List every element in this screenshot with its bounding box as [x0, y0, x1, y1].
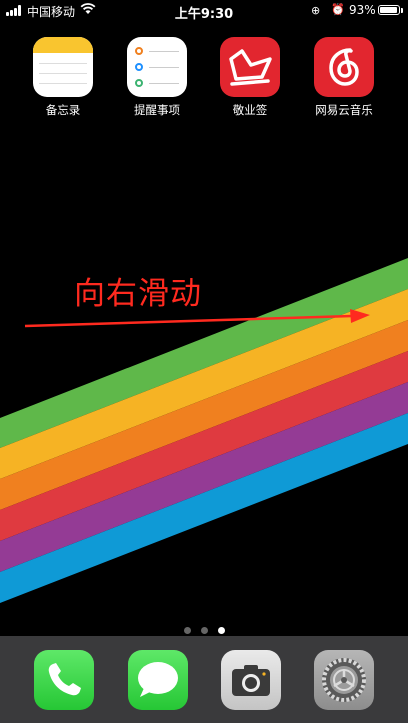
page-dot[interactable] — [200, 627, 208, 634]
camera-icon[interactable] — [221, 650, 281, 710]
page-dot[interactable] — [183, 627, 191, 634]
app-label: 敬业签 — [232, 103, 268, 117]
battery-percent: 93% — [349, 3, 376, 17]
netease-music-icon[interactable] — [314, 37, 374, 97]
orientation-lock-icon: ⊕ — [311, 4, 321, 17]
app-notes[interactable]: 备忘录 — [23, 37, 103, 118]
app-jingyeqian[interactable]: 敬业签 — [210, 37, 290, 118]
dock — [0, 636, 408, 723]
swipe-right-annotation: 向右滑动 — [74, 276, 202, 312]
status-bar: 中国移动 上午9:30 ⊕ ⏰ 93% — [0, 0, 408, 22]
page-dot[interactable] — [217, 627, 225, 634]
app-reminders[interactable]: 提醒事项 — [117, 37, 197, 118]
notes-icon[interactable] — [33, 37, 93, 97]
battery-icon — [378, 5, 403, 15]
clock: 上午9:30 — [174, 7, 234, 22]
app-label: 备忘录 — [45, 103, 81, 117]
app-label: 提醒事项 — [134, 103, 180, 117]
reminders-icon[interactable] — [127, 37, 187, 97]
jingyeqian-icon[interactable] — [220, 37, 280, 97]
app-label: 网易云音乐 — [315, 103, 373, 117]
messages-icon[interactable] — [128, 650, 188, 710]
phone-icon[interactable] — [34, 650, 94, 710]
app-netease-music[interactable]: 网易云音乐 — [304, 37, 384, 118]
alarm-icon: ⏰ — [331, 3, 345, 16]
settings-icon[interactable] — [314, 650, 374, 710]
